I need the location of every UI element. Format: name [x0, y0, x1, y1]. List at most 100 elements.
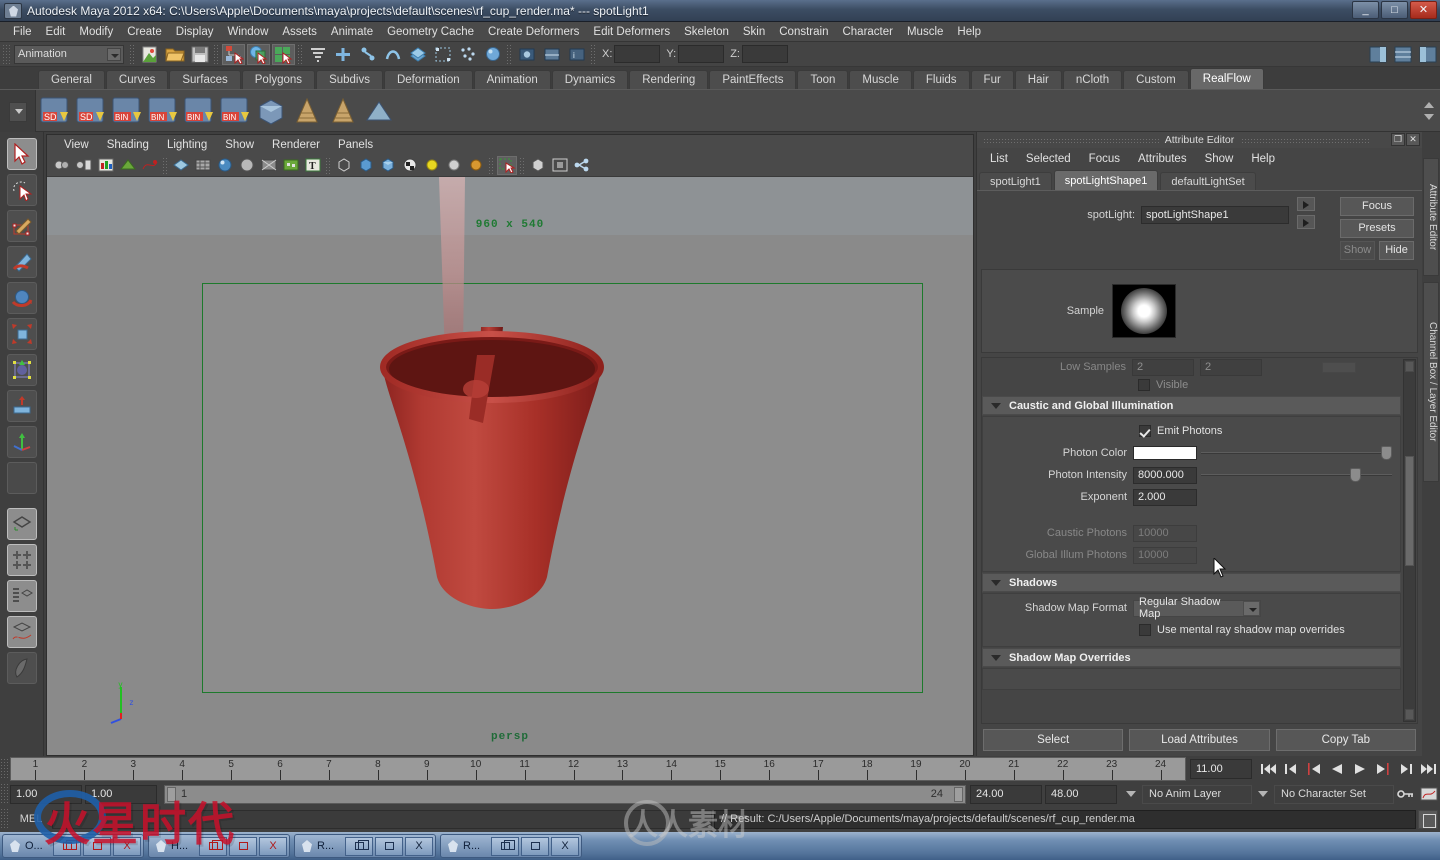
snap-to-view-plane-button[interactable]: [381, 44, 404, 65]
emit-photons-checkbox[interactable]: [1139, 425, 1151, 437]
viewport-menu-shading[interactable]: Shading: [98, 139, 158, 151]
menu-item-animate[interactable]: Animate: [324, 24, 380, 40]
vertical-tab-attribute-editor[interactable]: Attribute Editor: [1423, 158, 1439, 276]
shelf-item-cube[interactable]: [254, 94, 288, 128]
lasso-tool[interactable]: [6, 174, 37, 206]
visible-checkbox[interactable]: [1138, 379, 1150, 391]
toolbar-drag-handle[interactable]: [2, 43, 10, 65]
attribute-editor-scrollbar[interactable]: [1403, 359, 1416, 722]
menu-item-edit[interactable]: Edit: [39, 24, 73, 40]
close-button[interactable]: ✕: [1410, 1, 1437, 19]
auto-key-button[interactable]: [1394, 784, 1417, 804]
shelf-item-bin-4[interactable]: BIN: [218, 94, 252, 128]
step-forward-key-button[interactable]: [1394, 759, 1417, 779]
paint-effects-tool[interactable]: [6, 652, 37, 684]
range-right-handle[interactable]: [954, 786, 963, 802]
shelf-menu-icon[interactable]: [8, 102, 27, 122]
tool-slot-empty[interactable]: [6, 462, 37, 494]
taskbar-item[interactable]: R... X: [440, 834, 582, 858]
shelf-tab-fur[interactable]: Fur: [970, 70, 1014, 89]
section-header-shadows[interactable]: Shadows: [982, 573, 1401, 592]
taskbar-minimize-button[interactable]: [375, 836, 403, 856]
bookmarks-icon[interactable]: [96, 156, 116, 175]
select-by-object-type-button[interactable]: [247, 43, 270, 65]
current-time-field[interactable]: 11.00: [1190, 759, 1252, 779]
menu-item-muscle[interactable]: Muscle: [900, 24, 950, 40]
shelf-scroll-arrows[interactable]: [1422, 100, 1436, 122]
exponent-field[interactable]: 2.000: [1133, 488, 1197, 506]
ae-undock-button[interactable]: ❐: [1391, 133, 1405, 146]
node-name-input[interactable]: [1141, 206, 1289, 224]
viewport-menu-renderer[interactable]: Renderer: [263, 139, 329, 151]
isolate-select-icon[interactable]: [528, 156, 548, 175]
photon-intensity-slider[interactable]: [1201, 467, 1392, 483]
chevron-down-icon[interactable]: [107, 47, 121, 61]
menu-set-selector[interactable]: Animation: [14, 44, 124, 64]
step-forward-frame-button[interactable]: [1371, 759, 1394, 779]
shelf-tab-ncloth[interactable]: nCloth: [1062, 70, 1123, 89]
xray-joints-icon[interactable]: [356, 156, 376, 175]
animation-end-field[interactable]: 24.00: [970, 784, 1042, 804]
coord-x-input[interactable]: [614, 45, 661, 63]
presets-button[interactable]: Presets: [1340, 219, 1414, 238]
xray-icon[interactable]: [334, 156, 354, 175]
shelf-item-emitter[interactable]: [290, 94, 324, 128]
texture-grid-icon[interactable]: [193, 156, 213, 175]
light-gray-icon[interactable]: [444, 156, 464, 175]
mr-shadow-overrides-checkbox[interactable]: [1139, 624, 1151, 636]
shelf-tab-painteffects[interactable]: PaintEffects: [709, 70, 797, 89]
texture-display-icon[interactable]: [281, 156, 301, 175]
range-left-handle[interactable]: [167, 786, 176, 802]
section-header-shadow-map-overrides[interactable]: Shadow Map Overrides: [982, 648, 1401, 667]
taskbar-item[interactable]: R... X: [294, 834, 436, 858]
ae-tab-spotLight1[interactable]: spotLight1: [979, 172, 1052, 190]
menu-item-assets[interactable]: Assets: [275, 24, 324, 40]
select-by-hierarchy-button[interactable]: [222, 43, 245, 65]
minimize-button[interactable]: _: [1352, 1, 1379, 19]
command-input[interactable]: [52, 809, 712, 829]
select-shadow-icon[interactable]: [497, 155, 517, 175]
show-hide-editors-button[interactable]: [431, 44, 454, 65]
photon-intensity-field[interactable]: 8000.000: [1133, 466, 1197, 484]
coord-z-input[interactable]: [741, 45, 788, 63]
shelf-tab-animation[interactable]: Animation: [473, 70, 551, 89]
shelf-tab-dynamics[interactable]: Dynamics: [551, 70, 629, 89]
taskbar-restore-button[interactable]: [345, 836, 373, 856]
four-view-layout[interactable]: [6, 544, 37, 576]
menu-item-skin[interactable]: Skin: [736, 24, 772, 40]
anim-layer-select[interactable]: No Anim Layer: [1142, 784, 1252, 804]
light-yellow-icon[interactable]: [422, 156, 442, 175]
taskbar-restore-button[interactable]: [199, 836, 227, 856]
go-to-start-button[interactable]: [1256, 759, 1279, 779]
scroll-down-button[interactable]: [1405, 709, 1414, 720]
smooth-mesh-icon[interactable]: [378, 156, 398, 175]
new-scene-button[interactable]: [138, 44, 161, 65]
show-tool-settings-button[interactable]: [1416, 44, 1439, 65]
make-live-button[interactable]: [406, 44, 429, 65]
outliner-persp-layout[interactable]: [6, 580, 37, 612]
ae-menu-focus[interactable]: Focus: [1080, 153, 1129, 165]
shelf-tab-realflow[interactable]: RealFlow: [1189, 68, 1264, 89]
character-set-select[interactable]: No Character Set: [1274, 784, 1394, 804]
menu-item-create-deformers[interactable]: Create Deformers: [481, 24, 586, 40]
viewport-menu-view[interactable]: View: [55, 139, 98, 151]
shelf-item-bin-1[interactable]: BIN: [110, 94, 144, 128]
share-icon[interactable]: [572, 156, 592, 175]
ae-menu-attributes[interactable]: Attributes: [1129, 153, 1196, 165]
copy-tab-button[interactable]: Copy Tab: [1275, 729, 1416, 751]
render-view-button[interactable]: [515, 44, 538, 65]
node-forward-icon[interactable]: [1297, 197, 1315, 211]
last-tool-used[interactable]: [6, 426, 37, 458]
shelf-tab-custom[interactable]: Custom: [1123, 70, 1189, 89]
menu-item-geometry-cache[interactable]: Geometry Cache: [380, 24, 481, 40]
flat-shade-icon[interactable]: [237, 156, 257, 175]
select-tool[interactable]: [6, 138, 37, 170]
ae-tab-defaultLightSet[interactable]: defaultLightSet: [1160, 172, 1256, 190]
ae-close-button[interactable]: ✕: [1406, 133, 1420, 146]
shelf-item-mesh[interactable]: [362, 94, 396, 128]
taskbar-close-button[interactable]: X: [259, 836, 287, 856]
snap-to-curve-button[interactable]: [331, 44, 354, 65]
shelf-tab-surfaces[interactable]: Surfaces: [169, 70, 241, 89]
character-set-menu-icon[interactable]: [1258, 791, 1268, 797]
ae-menu-show[interactable]: Show: [1196, 153, 1243, 165]
